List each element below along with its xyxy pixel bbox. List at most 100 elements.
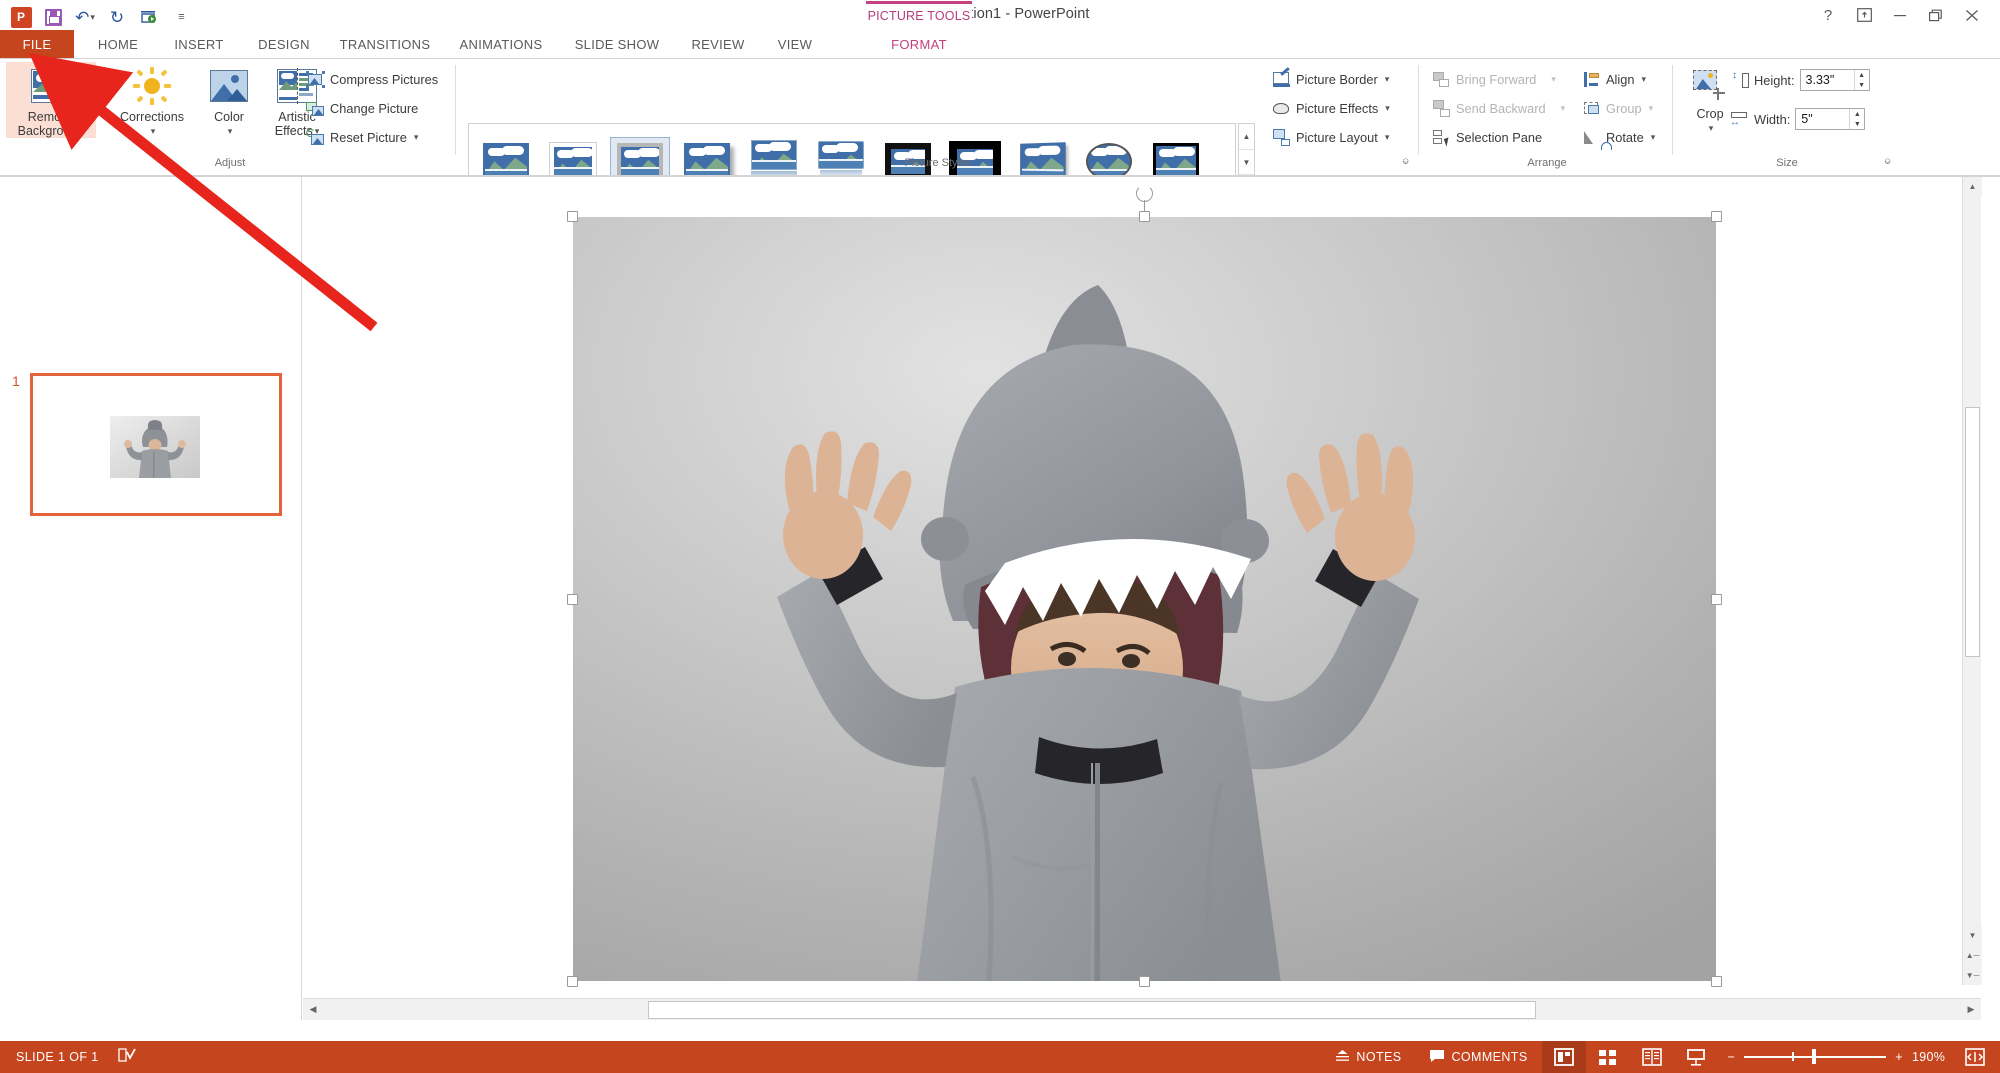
group-button[interactable]: Group ▾ <box>1582 99 1653 118</box>
rotate-button[interactable]: Rotate ▾ <box>1582 128 1656 150</box>
resize-handle-bottom-center[interactable] <box>1139 976 1150 987</box>
reset-picture-chevron-down-icon[interactable]: ▾ <box>414 132 419 143</box>
reset-picture-button[interactable]: Reset Picture ▾ <box>306 128 418 147</box>
picture-layout-button[interactable]: Picture Layout ▾ <box>1272 128 1389 147</box>
change-picture-button[interactable]: Change Picture <box>306 99 418 118</box>
align-chevron-down-icon[interactable]: ▾ <box>1641 74 1646 85</box>
color-chevron-down-icon[interactable]: ▾ <box>228 124 233 138</box>
notes-label: NOTES <box>1356 1050 1402 1064</box>
resize-handle-bottom-left[interactable] <box>567 976 578 987</box>
zoom-slider[interactable] <box>1744 1049 1887 1065</box>
fit-slide-to-window-button[interactable] <box>1964 1047 1992 1067</box>
send-backward-button[interactable]: Send Backward ▾ <box>1432 99 1565 118</box>
slide-thumbnail-1[interactable] <box>30 373 282 516</box>
tab-design[interactable]: DESIGN <box>244 30 324 60</box>
rotate-label: Rotate <box>1606 130 1644 145</box>
rotate-icon <box>1582 128 1612 150</box>
tab-file[interactable]: FILE <box>0 30 74 60</box>
height-input[interactable]: 3.33" ▲ ▼ <box>1799 69 1870 91</box>
scroll-left-icon[interactable]: ◀ <box>303 1000 323 1020</box>
minimize-icon[interactable] <box>1882 2 1918 28</box>
tab-format[interactable]: FORMAT <box>866 30 972 60</box>
corrections-chevron-down-icon[interactable]: ▾ <box>151 124 156 138</box>
zoom-in-button[interactable]: + <box>1895 1050 1903 1064</box>
bring-forward-chevron-down-icon[interactable]: ▾ <box>1551 74 1556 85</box>
width-step-up-icon[interactable]: ▲ <box>1850 109 1864 119</box>
restore-icon[interactable] <box>1918 2 1954 28</box>
remove-background-icon <box>31 62 71 110</box>
picture-image[interactable] <box>573 217 1716 981</box>
picture-effects-button[interactable]: Picture Effects ▾ <box>1272 99 1390 118</box>
normal-view-button[interactable] <box>1541 1041 1586 1073</box>
tab-home[interactable]: HOME <box>82 30 154 60</box>
height-step-down-icon[interactable]: ▼ <box>1855 80 1869 90</box>
resize-handle-top-center[interactable] <box>1139 211 1150 222</box>
rotate-chevron-down-icon[interactable]: ▾ <box>1651 132 1656 143</box>
resize-handle-bottom-right[interactable] <box>1711 976 1722 987</box>
horizontal-scrollbar[interactable]: ◀ ▶ <box>303 998 1981 1020</box>
notes-icon <box>1335 1049 1350 1066</box>
zoom-control[interactable]: − + 190% <box>1718 1049 1964 1065</box>
zoom-slider-handle[interactable] <box>1812 1049 1817 1065</box>
picture-border-icon <box>1272 67 1291 89</box>
resize-handle-top-right[interactable] <box>1711 211 1722 222</box>
scroll-down-icon[interactable]: ▼ <box>1963 926 1982 945</box>
previous-slide-icon[interactable]: ▲─ <box>1963 946 1982 965</box>
vertical-scrollbar[interactable]: ▲ ▼ ▲─ ▼─ <box>1962 177 1982 985</box>
tab-animations[interactable]: ANIMATIONS <box>446 30 556 60</box>
horizontal-scroll-track[interactable] <box>323 1000 1961 1020</box>
scroll-up-icon[interactable]: ▲ <box>1963 177 1982 196</box>
tab-slide-show[interactable]: SLIDE SHOW <box>562 30 672 60</box>
slide-show-view-button[interactable] <box>1674 1041 1718 1073</box>
corrections-button[interactable]: Corrections ▾ <box>108 62 196 138</box>
compress-pictures-label: Compress Pictures <box>330 72 439 87</box>
comment-icon <box>1429 1049 1445 1066</box>
bring-forward-button[interactable]: Bring Forward ▾ <box>1432 70 1556 89</box>
crop-chevron-down-icon[interactable]: ▾ <box>1709 121 1714 135</box>
picture-layout-chevron-down-icon[interactable]: ▾ <box>1385 132 1390 143</box>
help-icon[interactable]: ? <box>1810 2 1846 28</box>
selected-picture[interactable] <box>567 185 1722 987</box>
vertical-scroll-thumb[interactable] <box>1965 407 1980 657</box>
resize-handle-top-left[interactable] <box>567 211 578 222</box>
group-chevron-down-icon[interactable]: ▾ <box>1649 103 1654 114</box>
resize-handle-middle-left[interactable] <box>567 594 578 605</box>
height-stepper[interactable]: ▲ ▼ <box>1853 70 1869 90</box>
height-step-up-icon[interactable]: ▲ <box>1855 70 1869 80</box>
picture-border-chevron-down-icon[interactable]: ▾ <box>1385 74 1390 85</box>
status-left: SLIDE 1 OF 1 <box>0 1046 139 1069</box>
width-step-down-icon[interactable]: ▼ <box>1850 119 1864 129</box>
tab-view[interactable]: VIEW <box>764 30 826 60</box>
picture-border-button[interactable]: Picture Border ▾ <box>1272 67 1390 89</box>
zoom-level-label[interactable]: 190% <box>1912 1050 1954 1064</box>
rotation-handle[interactable] <box>1136 185 1153 202</box>
comments-button[interactable]: COMMENTS <box>1415 1049 1541 1066</box>
slide-sorter-view-button[interactable] <box>1586 1041 1630 1073</box>
reading-view-button[interactable] <box>1630 1041 1674 1073</box>
next-slide-icon[interactable]: ▼─ <box>1963 966 1982 985</box>
color-button[interactable]: Color ▾ <box>200 62 258 138</box>
close-icon[interactable] <box>1954 2 1990 28</box>
tab-insert[interactable]: INSERT <box>160 30 238 60</box>
zoom-out-button[interactable]: − <box>1728 1050 1736 1064</box>
corrections-icon <box>133 62 171 110</box>
group-label: Group <box>1606 101 1642 116</box>
width-input[interactable]: 5" ▲ ▼ <box>1795 108 1866 130</box>
tab-review[interactable]: REVIEW <box>678 30 758 60</box>
selection-pane-button[interactable]: Selection Pane <box>1432 128 1542 147</box>
gallery-scroll-up-icon[interactable]: ▲ <box>1239 124 1254 150</box>
send-backward-chevron-down-icon[interactable]: ▾ <box>1561 103 1566 114</box>
horizontal-scroll-thumb[interactable] <box>648 1000 1536 1019</box>
picture-effects-chevron-down-icon[interactable]: ▾ <box>1385 103 1390 114</box>
align-button[interactable]: Align ▾ <box>1582 70 1646 89</box>
ribbon-display-options-icon[interactable] <box>1846 2 1882 28</box>
compress-pictures-button[interactable]: Compress Pictures <box>306 70 438 89</box>
bring-forward-icon <box>1432 70 1451 89</box>
scroll-right-icon[interactable]: ▶ <box>1961 1000 1981 1020</box>
tab-transitions[interactable]: TRANSITIONS <box>330 30 440 60</box>
spell-check-icon[interactable] <box>117 1046 139 1069</box>
group-divider-arrange <box>1672 65 1673 155</box>
resize-handle-middle-right[interactable] <box>1711 594 1722 605</box>
width-stepper[interactable]: ▲ ▼ <box>1849 109 1864 129</box>
notes-button[interactable]: NOTES <box>1321 1049 1415 1066</box>
